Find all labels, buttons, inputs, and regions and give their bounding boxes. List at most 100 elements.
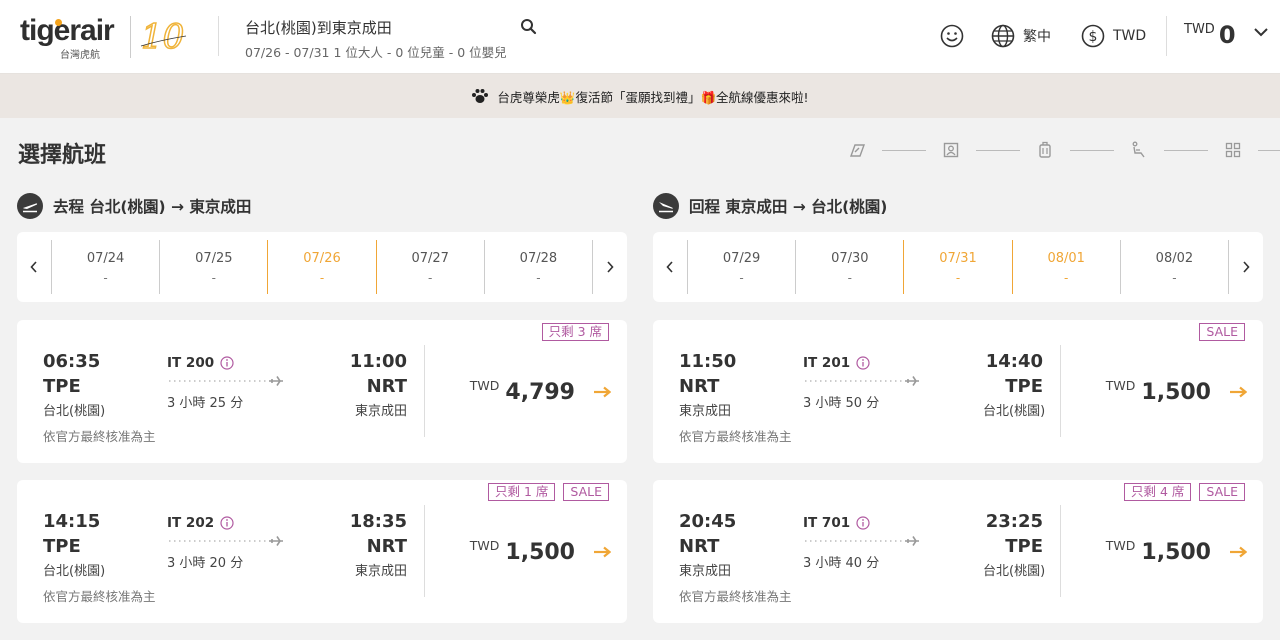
seats-left-badge: 只剩 1 席: [488, 483, 556, 501]
promo-text: 台虎尊榮虎👑復活節「蛋願找到禮」🎁全航線優惠來啦!: [497, 89, 809, 105]
flight-duration: 3 小時 25 分: [167, 396, 244, 411]
departure-time: 20:45: [679, 511, 737, 532]
landing-icon: [653, 193, 679, 219]
anniversary-logo: 10: [130, 16, 190, 58]
flight-card[interactable]: 只剩 3 席 06:35 TPE 台北(桃園) IT 200 3 小時 25 分…: [17, 320, 627, 463]
account-button[interactable]: [940, 24, 964, 48]
sale-badge: SALE: [1199, 483, 1245, 501]
flight-number: IT 201: [803, 355, 851, 371]
arrival-code: TPE: [1005, 536, 1043, 557]
departure-time: 14:15: [43, 511, 101, 532]
plane-icon: [805, 534, 921, 548]
date-tab[interactable]: 08/02-: [1119, 240, 1230, 294]
route-title[interactable]: 台北(桃園)到東京成田: [245, 17, 392, 38]
date-tab[interactable]: 07/27-: [375, 240, 484, 294]
arrival-city: 東京成田: [354, 564, 407, 579]
departure-city: 台北(桃園): [43, 404, 106, 419]
date-tab[interactable]: 07/30-: [795, 240, 903, 294]
currency-selector[interactable]: $ TWD: [1081, 24, 1146, 48]
info-icon[interactable]: [220, 356, 234, 370]
date-tab-selected[interactable]: 08/01-: [1011, 240, 1120, 294]
date-tab-selected[interactable]: 07/26-: [267, 240, 375, 294]
plane-icon: [169, 374, 285, 388]
departure-code: TPE: [43, 376, 81, 397]
seats-left-badge: 只剩 3 席: [541, 323, 609, 341]
cart-total-button[interactable]: TWD 0: [1184, 20, 1268, 50]
departure-city: 東京成田: [679, 404, 732, 419]
chevron-right-icon[interactable]: [1229, 240, 1263, 294]
arrival-city: 台北(桃園): [983, 404, 1046, 419]
inbound-section: 回程 東京成田 → 台北(桃園) 07/29- 07/30- 07/31- 08…: [653, 193, 1263, 623]
date-tab[interactable]: 07/24-: [51, 240, 159, 294]
language-selector[interactable]: 繁中: [991, 24, 1051, 48]
arrow-right-icon: [593, 546, 611, 558]
cart-amount: 0: [1218, 21, 1236, 49]
passenger-icon[interactable]: [940, 140, 962, 160]
tigerair-logo[interactable]: tigerair 台灣虎航: [20, 14, 120, 61]
flight-duration: 3 小時 50 分: [803, 396, 880, 411]
outbound-section: 去程 台北(桃園) → 東京成田 07/24- 07/25- 07/26- 07…: [17, 193, 627, 623]
departure-code: TPE: [43, 536, 81, 557]
inbound-date-strip: 07/29- 07/30- 07/31- 08/01- 08/02-: [653, 232, 1263, 302]
flight-card[interactable]: SALE 11:50 NRT 東京成田 IT 201 3 小時 50 分 14:…: [653, 320, 1263, 463]
flight-card[interactable]: 只剩 4 席 SALE 20:45 NRT 東京成田 IT 701 3 小時 4…: [653, 480, 1263, 623]
disclaimer-note: 依官方最終核准為主: [43, 429, 156, 444]
arrival-city: 台北(桃園): [983, 564, 1046, 579]
chevron-down-icon: [1253, 27, 1268, 37]
smiley-icon: [940, 24, 964, 48]
logo-wordmark: tigerair: [20, 14, 115, 47]
fare-price[interactable]: TWD 4,799: [470, 378, 611, 406]
language-label: 繁中: [1023, 29, 1051, 45]
seat-icon[interactable]: [1128, 140, 1150, 160]
promo-banner[interactable]: 台虎尊榮虎👑復活節「蛋願找到禮」🎁全航線優惠來啦!: [0, 74, 1280, 118]
arrival-city: 東京成田: [354, 404, 407, 419]
flight-icon[interactable]: [846, 140, 868, 160]
extras-icon[interactable]: [1222, 140, 1244, 160]
departure-city: 台北(桃園): [43, 564, 106, 579]
sale-badge: SALE: [1199, 323, 1245, 341]
flight-number: IT 200: [167, 355, 215, 371]
chevron-left-icon[interactable]: [17, 240, 51, 294]
price-amount: 1,500: [1141, 540, 1211, 565]
fare-price[interactable]: TWD 1,500: [1106, 378, 1247, 406]
fare-price[interactable]: TWD 1,500: [1106, 538, 1247, 566]
baggage-icon[interactable]: [1034, 140, 1056, 160]
currency-label: TWD: [1113, 28, 1147, 44]
route-summary[interactable]: 07/26 - 07/31 1 位大人 - 0 位兒童 - 0 位嬰兒: [245, 42, 507, 61]
date-tab[interactable]: 07/28-: [483, 240, 594, 294]
departure-time: 11:50: [679, 351, 737, 372]
arrival-code: TPE: [1005, 376, 1043, 397]
flight-duration: 3 小時 20 分: [167, 556, 244, 571]
price-amount: 4,799: [505, 380, 575, 405]
page-title: 選擇航班: [18, 143, 107, 168]
seats-left-badge: 只剩 4 席: [1124, 483, 1192, 501]
disclaimer-note: 依官方最終核准為主: [679, 589, 792, 604]
fare-price[interactable]: TWD 1,500: [470, 538, 611, 566]
arrow-right-icon: [593, 386, 611, 398]
top-header: tigerair 台灣虎航 10 台北(桃園)到東京成田 07/26 - 07/…: [0, 0, 1280, 74]
globe-icon: [991, 24, 1015, 48]
departure-city: 東京成田: [679, 564, 732, 579]
plane-icon: [805, 374, 921, 388]
flight-card[interactable]: 只剩 1 席 SALE 14:15 TPE 台北(桃園) IT 202 3 小時…: [17, 480, 627, 623]
date-tab-selected[interactable]: 07/31-: [903, 240, 1011, 294]
search-icon[interactable]: [520, 18, 538, 36]
info-icon[interactable]: [856, 516, 870, 530]
chevron-right-icon[interactable]: [593, 240, 627, 294]
date-tab[interactable]: 07/25-: [159, 240, 267, 294]
info-icon[interactable]: [220, 516, 234, 530]
sale-badge: SALE: [563, 483, 609, 501]
arrival-time: 11:00: [349, 351, 407, 372]
plane-icon: [169, 534, 285, 548]
arrow-right-icon: [1229, 546, 1247, 558]
info-icon[interactable]: [856, 356, 870, 370]
date-tab[interactable]: 07/29-: [687, 240, 795, 294]
flight-number: IT 202: [167, 515, 215, 531]
chevron-left-icon[interactable]: [653, 240, 687, 294]
arrival-time: 23:25: [985, 511, 1043, 532]
outbound-label: 去程 台北(桃園) → 東京成田: [53, 198, 252, 216]
outbound-date-strip: 07/24- 07/25- 07/26- 07/27- 07/28-: [17, 232, 627, 302]
arrival-time: 18:35: [349, 511, 407, 532]
price-amount: 1,500: [1141, 380, 1211, 405]
disclaimer-note: 依官方最終核准為主: [679, 429, 792, 444]
